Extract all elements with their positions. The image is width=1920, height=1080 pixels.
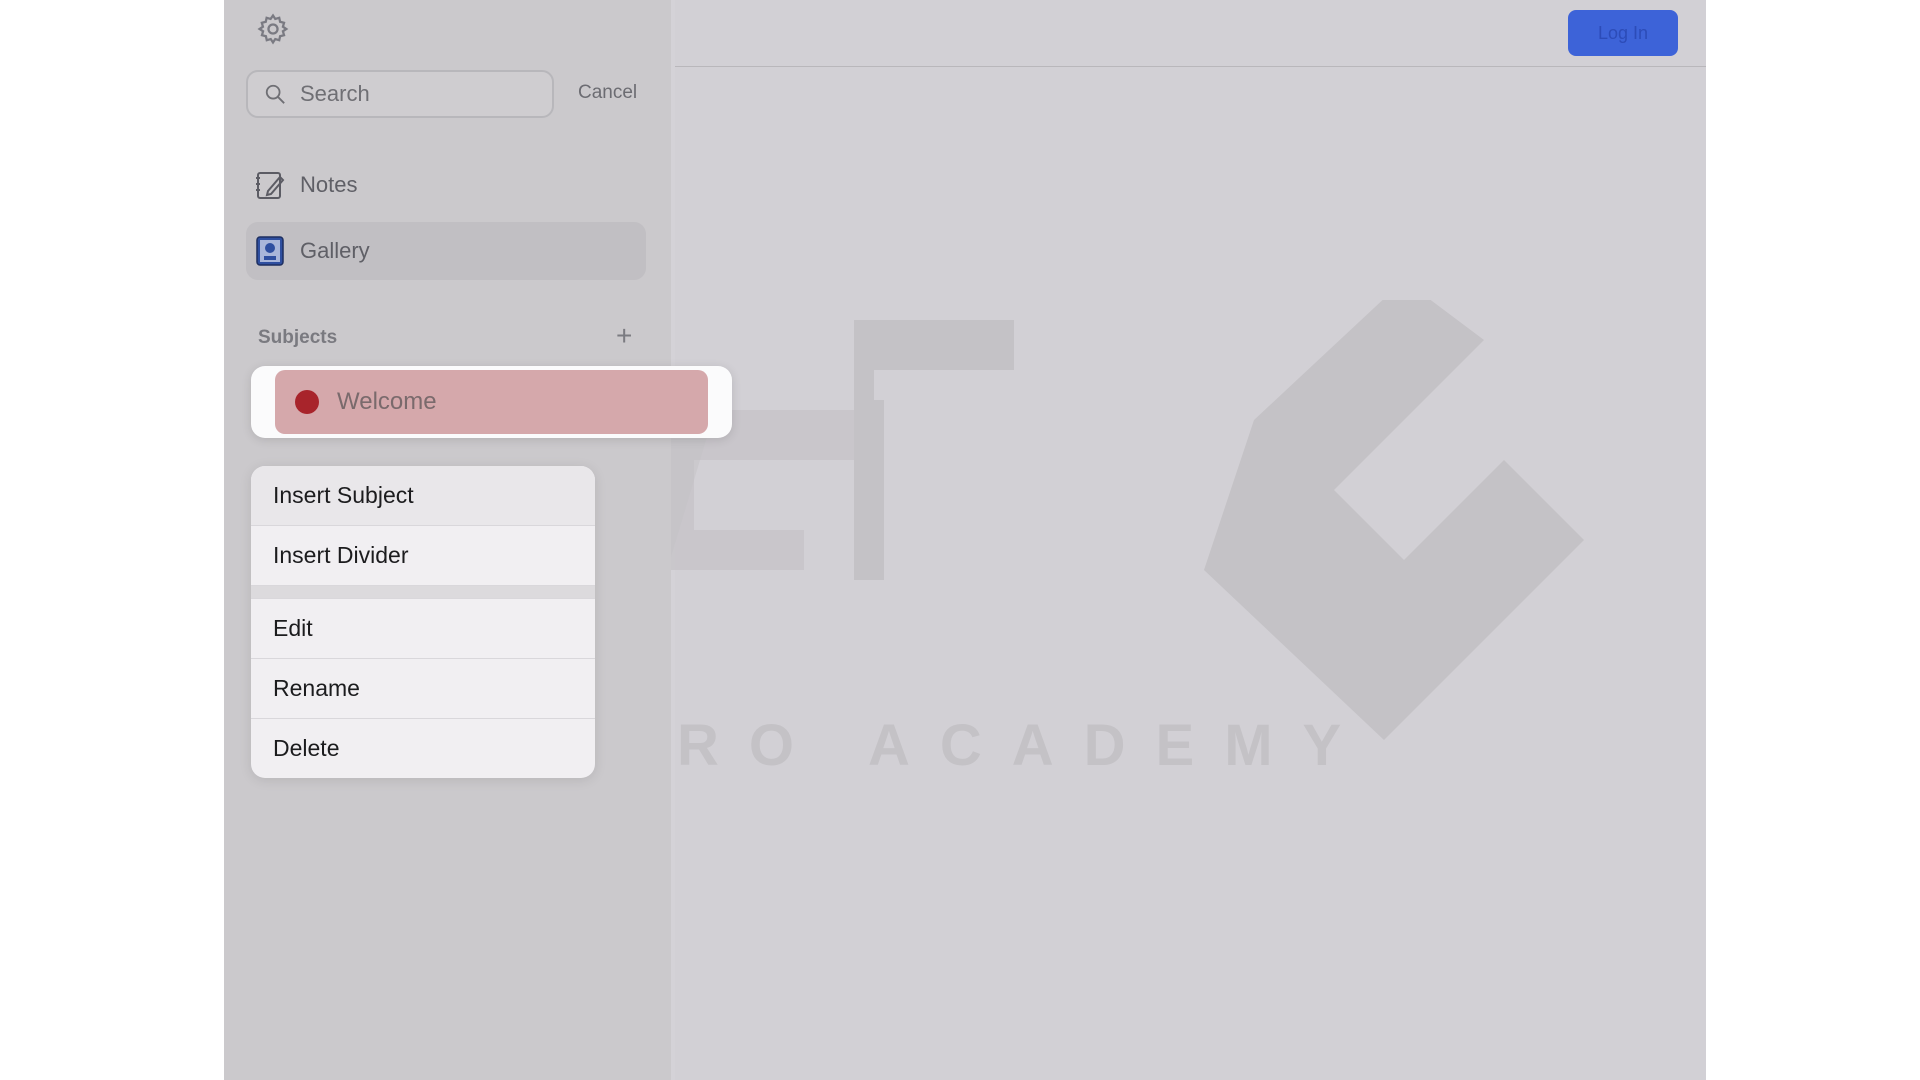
menu-item-delete[interactable]: Delete bbox=[251, 719, 595, 778]
search-input[interactable] bbox=[298, 80, 542, 108]
sidebar-item-label: Notes bbox=[300, 172, 358, 197]
search-icon bbox=[264, 83, 286, 105]
menu-item-insert-divider[interactable]: Insert Divider bbox=[251, 526, 595, 586]
menu-separator bbox=[251, 586, 595, 599]
search-field[interactable] bbox=[246, 70, 554, 118]
notes-icon bbox=[254, 169, 286, 201]
toolbar-divider bbox=[675, 66, 1706, 67]
add-subject-button[interactable]: + bbox=[616, 322, 632, 350]
context-menu: Insert Subject Insert Divider Edit Renam… bbox=[251, 466, 595, 778]
menu-item-rename[interactable]: Rename bbox=[251, 659, 595, 719]
cancel-button[interactable]: Cancel bbox=[578, 82, 637, 104]
gallery-icon bbox=[254, 235, 286, 267]
watermark-text: ATRO ACADEMY bbox=[604, 713, 1371, 778]
sidebar-item-gallery[interactable]: Gallery bbox=[246, 222, 646, 280]
menu-item-insert-subject[interactable]: Insert Subject bbox=[251, 466, 595, 526]
login-button[interactable]: Log In bbox=[1568, 10, 1678, 56]
sidebar-item-label: Gallery bbox=[300, 238, 370, 263]
app-screen: Log In ATRO ACADEMY Cancel bbox=[224, 0, 1706, 1080]
subject-color-dot bbox=[295, 390, 319, 414]
subject-preview-card: Welcome bbox=[251, 366, 732, 438]
sidebar-item-notes[interactable]: Notes bbox=[246, 156, 646, 214]
subject-label: Welcome bbox=[337, 388, 437, 415]
subjects-heading: Subjects bbox=[258, 327, 338, 348]
gear-icon[interactable] bbox=[256, 12, 290, 46]
subject-item-welcome[interactable]: Welcome bbox=[275, 370, 708, 434]
watermark-logo: ATRO ACADEMY bbox=[604, 300, 1584, 778]
menu-item-edit[interactable]: Edit bbox=[251, 599, 595, 659]
